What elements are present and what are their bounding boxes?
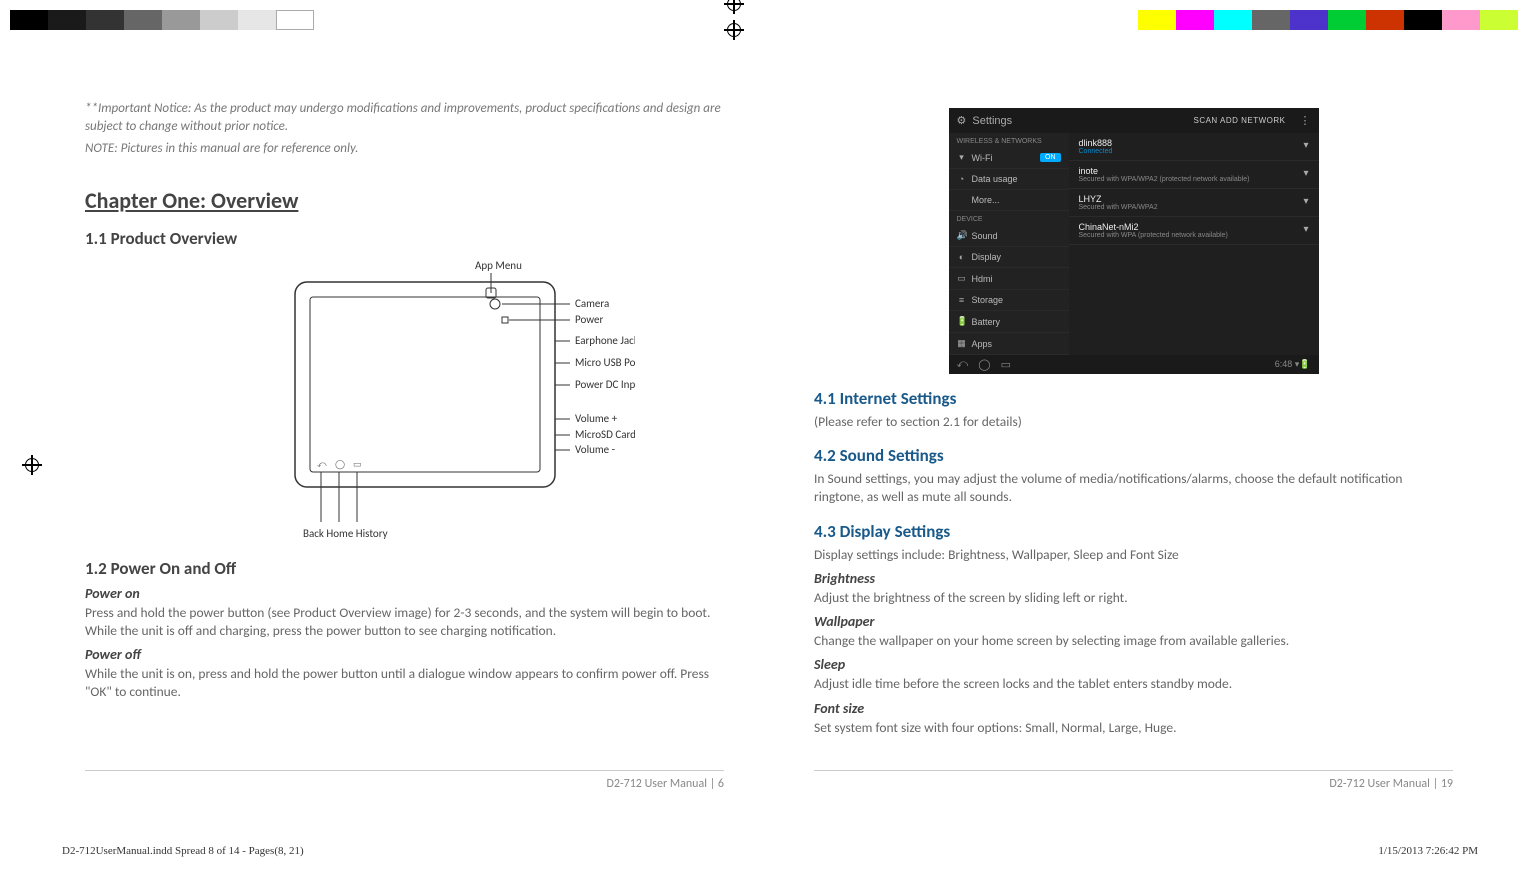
indesign-timestamp: 1/15/2013 7:26:42 PM <box>1378 845 1478 857</box>
wifi-toggle: ON <box>1040 153 1061 162</box>
power-on-text: Press and hold the power button (see Pro… <box>85 604 724 640</box>
settings-header-actions: SCAN ADD NETWORK <box>1193 116 1285 125</box>
svg-text:Micro USB Port: Micro USB Port <box>575 356 635 369</box>
left-page: **Important Notice: As the product may u… <box>85 100 724 791</box>
svg-text:Volume +: Volume + <box>575 412 618 425</box>
settings-system-bar: ⤺ ◯ ▭ 6:48 ▾🔋 <box>949 355 1319 374</box>
nav-display: ◐Display <box>949 247 1069 268</box>
settings-title: Settings <box>972 115 1012 127</box>
power-on-subheading: Power on <box>85 585 724 602</box>
registration-mark-left <box>22 455 42 475</box>
fontsize-text: Set system font size with four options: … <box>814 719 1453 737</box>
note-text: NOTE: Pictures in this manual are for re… <box>85 140 724 158</box>
section-4-1-heading: 4.1 Internet Settings <box>814 388 1453 409</box>
brightness-subheading: Brightness <box>814 570 1453 587</box>
nav-apps: ▦Apps <box>949 333 1069 355</box>
sound-icon: 🔊 <box>957 230 967 241</box>
brightness-text: Adjust the brightness of the screen by s… <box>814 589 1453 607</box>
right-page-footer: D2-712 User Manual | 19 <box>814 770 1453 791</box>
sleep-subheading: Sleep <box>814 656 1453 673</box>
home-icon: ◯ <box>978 358 990 371</box>
svg-text:Power: Power <box>575 313 603 326</box>
nav-storage: ≡Storage <box>949 290 1069 311</box>
registration-mark-top <box>724 20 744 40</box>
svg-text:Camera: Camera <box>575 297 609 310</box>
nav-battery: 🔋Battery <box>949 311 1069 333</box>
left-page-footer: D2-712 User Manual | 6 <box>85 770 724 791</box>
wifi-network-1: dlink888 Connected ▾ <box>1069 133 1319 161</box>
settings-screenshot: ⚙ Settings SCAN ADD NETWORK ⋮ WIRELESS &… <box>949 108 1319 374</box>
wifi-signal-icon: ▾ <box>1303 196 1308 207</box>
nav-hdmi: ▭Hdmi <box>949 268 1069 290</box>
wifi-icon: ▾ <box>957 152 967 163</box>
wifi-network-3: LHYZ Secured with WPA/WPA2 ▾ <box>1069 189 1319 217</box>
clock: 6:48 <box>1275 359 1293 369</box>
wallpaper-subheading: Wallpaper <box>814 613 1453 630</box>
apps-icon: ▦ <box>957 338 967 349</box>
wifi-network-4: ChinaNet-nMi2 Secured with WPA (protecte… <box>1069 217 1319 245</box>
section-4-3-heading: 4.3 Display Settings <box>814 521 1453 542</box>
section-1-2-heading: 1.2 Power On and Off <box>85 558 724 579</box>
svg-text:MicroSD Card: MicroSD Card <box>575 428 635 441</box>
nav-wifi: ▾Wi-FiON <box>949 147 1069 169</box>
settings-icon: ⚙ <box>957 114 967 127</box>
section-4-2-heading: 4.2 Sound Settings <box>814 445 1453 466</box>
fontsize-subheading: Font size <box>814 700 1453 717</box>
power-off-text: While the unit is on, press and hold the… <box>85 665 724 701</box>
important-notice: **Important Notice: As the product may u… <box>85 100 724 136</box>
display-icon: ◐ <box>957 252 967 262</box>
data-usage-icon: ◔ <box>957 174 967 184</box>
storage-icon: ≡ <box>957 295 967 305</box>
back-icon: ⤺ <box>957 358 969 371</box>
page-spread: **Important Notice: As the product may u… <box>85 100 1453 791</box>
nav-sound: 🔊Sound <box>949 225 1069 247</box>
wifi-signal-icon: ▾ <box>1303 140 1308 151</box>
chapter-title: Chapter One: Overview <box>85 187 724 214</box>
print-color-bars-left <box>10 10 314 30</box>
print-color-bars-right <box>1138 10 1518 30</box>
wifi-signal-icon: ▾ <box>1303 224 1308 235</box>
nav-more: More... <box>949 190 1069 211</box>
section-1-1-heading: 1.1 Product Overview <box>85 228 724 249</box>
registration-mark-bottom <box>724 0 744 14</box>
nav-category-wireless: WIRELESS & NETWORKS <box>949 133 1069 147</box>
sleep-text: Adjust idle time before the screen locks… <box>814 675 1453 693</box>
svg-text:◯: ◯ <box>335 459 345 470</box>
recents-icon: ▭ <box>1001 358 1011 371</box>
indesign-file-info: D2-712UserManual.indd Spread 8 of 14 - P… <box>62 845 304 857</box>
text-4-3: Display settings include: Brightness, Wa… <box>814 546 1453 564</box>
product-overview-diagram: App Menu Camera Power Earphone Jack Micr… <box>175 257 635 542</box>
right-page: ⚙ Settings SCAN ADD NETWORK ⋮ WIRELESS &… <box>814 100 1453 791</box>
wifi-network-2: inote Secured with WPA/WPA2 (protected n… <box>1069 161 1319 189</box>
power-off-subheading: Power off <box>85 646 724 663</box>
svg-text:Volume -: Volume - <box>575 443 615 456</box>
wifi-list: dlink888 Connected ▾ inote Secured with … <box>1069 133 1319 355</box>
wifi-signal-icon: ▾ <box>1303 168 1308 179</box>
svg-text:⤺: ⤺ <box>317 459 327 470</box>
diagram-label-appmenu: App Menu <box>475 259 522 272</box>
text-4-1: (Please refer to section 2.1 for details… <box>814 413 1453 431</box>
nav-data-usage: ◔Data usage <box>949 169 1069 190</box>
wallpaper-text: Change the wallpaper on your home screen… <box>814 632 1453 650</box>
svg-text:Power DC Input: Power DC Input <box>575 378 635 391</box>
nav-category-device: DEVICE <box>949 211 1069 225</box>
hdmi-icon: ▭ <box>957 273 967 284</box>
text-4-2: In Sound settings, you may adjust the vo… <box>814 470 1453 506</box>
overflow-icon: ⋮ <box>1300 114 1311 127</box>
svg-text:▭: ▭ <box>353 459 362 470</box>
settings-sidebar: WIRELESS & NETWORKS ▾Wi-FiON ◔Data usage… <box>949 133 1069 355</box>
diagram-bottom-labels: Back Home History <box>303 527 388 540</box>
battery-icon: 🔋 <box>957 316 967 327</box>
svg-text:Earphone Jack: Earphone Jack <box>575 334 635 347</box>
